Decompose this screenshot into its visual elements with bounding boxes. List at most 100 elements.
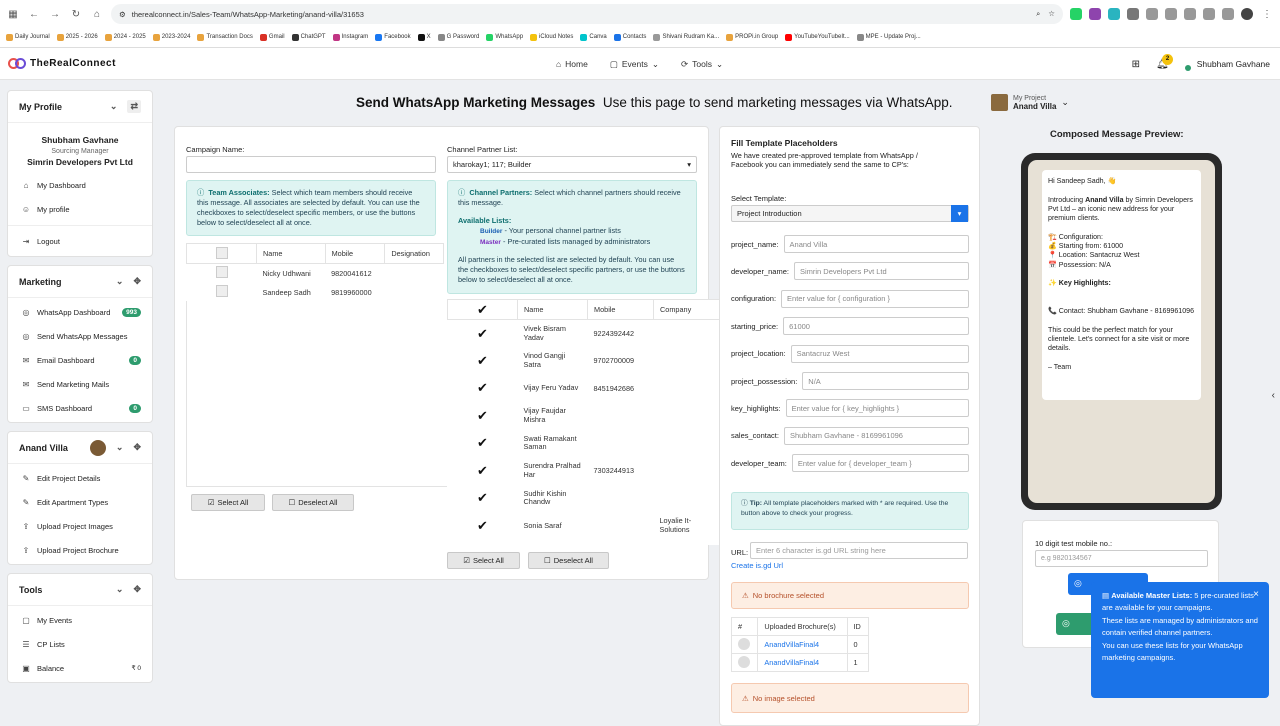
create-url-link[interactable]: Create is.gd Url bbox=[731, 561, 783, 570]
cp-deselect-all-button[interactable]: ☐ Deselect All bbox=[528, 552, 609, 569]
brochure-link[interactable]: AnandVillaFinal4 bbox=[757, 635, 848, 654]
bookmark-item[interactable]: G Password bbox=[437, 33, 479, 41]
placeholder-input[interactable]: Shubham Gavhane - 8169961096 bbox=[783, 426, 969, 445]
row-checkbox[interactable]: ✔ bbox=[476, 327, 489, 340]
chevron-down-icon[interactable]: ⌄ bbox=[116, 276, 124, 287]
home-icon[interactable]: ⌂ bbox=[90, 7, 104, 21]
bookmark-item[interactable]: ChatGPT bbox=[291, 33, 326, 41]
sidebar-item-sms-dashboard[interactable]: ▭ SMS Dashboard 0 bbox=[8, 396, 152, 420]
placeholder-input[interactable]: Enter value for { configuration } bbox=[781, 289, 970, 308]
bookmark-item[interactable]: Transaction Docs bbox=[197, 33, 253, 41]
extension-icon[interactable] bbox=[1146, 8, 1158, 20]
bookmark-item[interactable]: Gmail bbox=[259, 33, 285, 41]
bookmark-item[interactable]: 2023-2024 bbox=[152, 33, 190, 41]
bookmark-item[interactable]: Contacts bbox=[613, 33, 646, 41]
bookmark-star-icon[interactable]: ☆ bbox=[1048, 9, 1055, 19]
test-mobile-input[interactable]: e.g 9820134567 bbox=[1035, 550, 1208, 567]
chevron-down-icon[interactable]: ⌄ bbox=[116, 584, 124, 595]
cp-select-all-checkbox[interactable]: ✔ bbox=[476, 303, 489, 316]
extension-icon[interactable] bbox=[1089, 8, 1101, 20]
forward-icon[interactable]: → bbox=[48, 7, 62, 21]
extension-icon[interactable] bbox=[1222, 8, 1234, 20]
move-icon[interactable]: ✥ bbox=[133, 442, 141, 453]
row-checkbox[interactable]: ✔ bbox=[476, 519, 489, 532]
project-selector[interactable]: My Project Anand Villa ⌄ bbox=[991, 94, 1069, 111]
bookmark-item[interactable]: X bbox=[417, 33, 431, 41]
sidebar-item-cp-lists[interactable]: ☰ CP Lists bbox=[8, 632, 152, 656]
back-icon[interactable]: ← bbox=[27, 7, 41, 21]
nav-events[interactable]: ▢ Events ⌄ bbox=[610, 59, 659, 70]
grid-icon[interactable]: ⊞ bbox=[1132, 59, 1140, 70]
bookmark-item[interactable]: Instagram bbox=[332, 33, 368, 41]
bookmark-item[interactable]: 2025 - 2026 bbox=[56, 33, 98, 41]
bookmark-item[interactable]: Shivani Rudram Ka... bbox=[653, 33, 719, 41]
placeholder-input[interactable]: Enter value for { developer_team } bbox=[791, 454, 969, 473]
chevron-left-icon[interactable]: ‹ bbox=[1272, 390, 1275, 401]
browser-profile-icon[interactable] bbox=[1241, 8, 1253, 20]
radio-button[interactable] bbox=[738, 637, 750, 650]
sidebar-item-send-marketing-mails[interactable]: ✉ Send Marketing Mails bbox=[8, 372, 152, 396]
placeholder-input[interactable]: N/A bbox=[802, 372, 970, 390]
sidebar-item-my-events[interactable]: ▢ My Events bbox=[8, 608, 152, 632]
bookmark-item[interactable]: Facebook bbox=[375, 33, 411, 41]
radio-button[interactable] bbox=[738, 655, 750, 668]
row-checkbox[interactable]: ✔ bbox=[476, 436, 489, 450]
move-icon[interactable]: ✥ bbox=[133, 276, 141, 287]
address-bar[interactable]: ⚙ therealconnect.in/Sales-Team/WhatsApp-… bbox=[111, 4, 1063, 24]
bookmark-item[interactable]: PROPi.in Group bbox=[726, 33, 778, 41]
user-menu[interactable]: Shubham Gavhane bbox=[1184, 57, 1270, 71]
extension-icon[interactable] bbox=[1108, 8, 1120, 20]
notifications-button[interactable]: 🔔︎ 2 bbox=[1156, 53, 1174, 70]
row-checkbox[interactable]: ✔ bbox=[476, 491, 489, 505]
bookmark-item[interactable]: 2024 - 2025 bbox=[104, 33, 146, 41]
nav-home[interactable]: ⌂ Home bbox=[556, 59, 588, 69]
sidebar-item-upload-brochure[interactable]: ⇪ Upload Project Brochure bbox=[8, 538, 152, 562]
row-checkbox[interactable]: ✔ bbox=[476, 381, 489, 395]
sidebar-item-balance[interactable]: ▣ Balance ₹ 0 bbox=[8, 656, 152, 680]
nav-tools[interactable]: ⟳ Tools ⌄ bbox=[681, 59, 723, 70]
browser-menu-icon[interactable]: ⋮ bbox=[1260, 7, 1274, 21]
bookmark-item[interactable]: MPE - Update Proj... bbox=[856, 33, 921, 41]
reload-icon[interactable]: ↻ bbox=[69, 7, 83, 21]
placeholder-input[interactable]: Simrin Developers Pvt Ltd bbox=[793, 262, 969, 281]
zoom-icon[interactable]: ⌕ bbox=[1036, 9, 1040, 19]
placeholder-input[interactable]: 61000 bbox=[783, 317, 970, 336]
campaign-name-input[interactable] bbox=[186, 156, 436, 173]
sidebar-item-upload-images[interactable]: ⇪ Upload Project Images bbox=[8, 514, 152, 538]
sidebar-item-edit-project[interactable]: ✎ Edit Project Details bbox=[8, 466, 152, 490]
row-checkbox[interactable]: ✔ bbox=[476, 354, 489, 367]
row-checkbox[interactable]: ✔ bbox=[476, 409, 489, 422]
bookmark-item[interactable]: Daily Journal bbox=[6, 33, 50, 41]
bookmark-item[interactable]: YouTubeYouTubeIt... bbox=[785, 33, 850, 41]
chevron-down-icon[interactable]: ⌄ bbox=[116, 442, 124, 453]
row-checkbox[interactable] bbox=[215, 285, 228, 297]
bookmark-item[interactable]: WhatsApp bbox=[486, 33, 523, 41]
row-checkbox[interactable] bbox=[215, 266, 228, 279]
brochure-link[interactable]: AnandVillaFinal4 bbox=[757, 653, 848, 672]
move-icon[interactable]: ✥ bbox=[133, 584, 141, 595]
row-checkbox[interactable]: ✔ bbox=[476, 464, 489, 477]
sidebar-item-whatsapp-dashboard[interactable]: ◎ WhatsApp Dashboard 993 bbox=[8, 300, 152, 324]
team-select-all-checkbox[interactable] bbox=[215, 246, 228, 259]
extension-icon[interactable] bbox=[1165, 8, 1177, 20]
placeholder-input[interactable]: Anand Villa bbox=[783, 235, 969, 253]
bookmark-item[interactable]: Canva bbox=[580, 33, 607, 41]
url-input[interactable]: Enter 6 character is.gd URL string here bbox=[750, 542, 968, 559]
brand-logo[interactable]: TheRealConnect bbox=[8, 57, 116, 70]
placeholder-input[interactable]: Santacruz West bbox=[790, 344, 969, 363]
site-info-icon[interactable]: ⚙ bbox=[119, 10, 126, 19]
extension-icon[interactable] bbox=[1203, 8, 1215, 20]
cp-select-all-button[interactable]: ☑ Select All bbox=[447, 552, 520, 569]
cp-list-select[interactable]: kharokay1; 117; Builder ▾ bbox=[447, 156, 697, 173]
sidebar-item-edit-apartments[interactable]: ✎ Edit Apartment Types bbox=[8, 490, 152, 514]
close-icon[interactable]: × bbox=[1253, 589, 1259, 601]
swap-icon[interactable]: ⇄ bbox=[127, 100, 141, 113]
template-select[interactable]: Project Introduction ▾ bbox=[731, 205, 969, 222]
sidebar-item-my-profile[interactable]: ☺ My profile bbox=[8, 197, 152, 221]
extension-icon[interactable] bbox=[1184, 8, 1196, 20]
logout-link[interactable]: ⇥ Logout bbox=[8, 226, 152, 256]
bookmark-item[interactable]: iCloud Notes bbox=[530, 33, 573, 41]
sidebar-item-email-dashboard[interactable]: ✉ Email Dashboard 0 bbox=[8, 348, 152, 372]
extensions-puzzle-icon[interactable] bbox=[1127, 8, 1139, 20]
whatsapp-ext-icon[interactable] bbox=[1070, 8, 1082, 20]
